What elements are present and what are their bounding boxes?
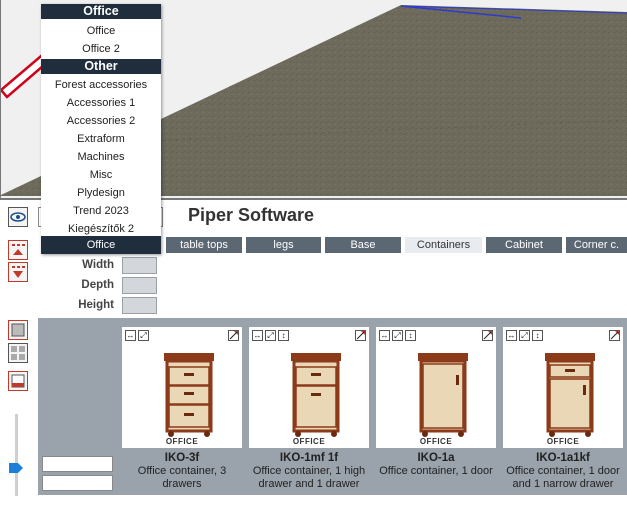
expand-icon[interactable]: ⤢ (519, 330, 530, 341)
menu-selected-value[interactable]: Office (41, 236, 161, 254)
width-arrow-icon[interactable]: ↔ (125, 330, 136, 341)
grid-view-button[interactable] (8, 343, 28, 363)
menu-item-office-2[interactable]: Office 2 (41, 40, 161, 58)
tab-cabinet[interactable]: Cabinet (486, 237, 562, 253)
expand-icon[interactable]: ⤢ (265, 330, 276, 341)
tab-legs[interactable]: legs (246, 237, 321, 253)
expand-icon[interactable]: ⤢ (392, 330, 403, 341)
height-arrow-icon[interactable]: ↕ (532, 330, 543, 341)
menu-section-office: Office (41, 4, 161, 19)
width-arrow-icon[interactable]: ↔ (506, 330, 517, 341)
square-icon (11, 323, 25, 337)
corner-resize-icon[interactable] (228, 330, 239, 341)
tab-containers[interactable]: Containers (405, 237, 482, 253)
eye-icon (10, 212, 26, 222)
menu-item-accessories-2[interactable]: Accessories 2 (41, 112, 161, 130)
container-high-drawer-image (291, 353, 341, 437)
corner-resize-icon[interactable] (482, 330, 493, 341)
height-field[interactable] (122, 297, 157, 314)
product-description: Office container, 3 drawers (137, 465, 227, 490)
product-card[interactable]: ↔ ⤢ ↕ OFFICE (503, 327, 623, 448)
container-door-drawer-image (545, 353, 595, 437)
corner-resize-icon[interactable] (355, 330, 366, 341)
product-card[interactable]: ↔ ⤢ OFFICE (122, 327, 242, 448)
width-field[interactable] (122, 257, 157, 274)
zoom-slider-handle[interactable] (9, 462, 23, 473)
product-name: IKO-1mf 1f (279, 452, 339, 464)
tab-table-tops[interactable]: table tops (166, 237, 242, 253)
filter-field-1[interactable] (42, 456, 113, 472)
product-card[interactable]: ↔ ⤢ ↕ OFFICE (376, 327, 496, 448)
product-card[interactable]: ↔ ⤢ ↕ OFFICE (249, 327, 369, 448)
brand-label: OFFICE (419, 437, 453, 446)
grid-up-button[interactable] (8, 240, 28, 260)
menu-item-extraform[interactable]: Extraform (41, 130, 161, 148)
width-arrow-icon[interactable]: ↔ (252, 330, 263, 341)
height-arrow-icon[interactable]: ↕ (278, 330, 289, 341)
tab-base[interactable]: Base (325, 237, 401, 253)
height-label: Height (78, 299, 114, 311)
menu-item-trend-2023[interactable]: Trend 2023 (41, 202, 161, 220)
width-arrow-icon[interactable]: ↔ (379, 330, 390, 341)
menu-item-accessories-1[interactable]: Accessories 1 (41, 94, 161, 112)
tab-corner[interactable]: Corner c. (566, 237, 627, 253)
product-name: IKO-3f (164, 452, 200, 464)
product-name: IKO-1a1kf (536, 452, 590, 464)
single-view-button[interactable] (8, 320, 28, 340)
grid-down-button[interactable] (8, 262, 28, 282)
grid-arrow-down-icon (12, 266, 25, 278)
corner-resize-icon[interactable] (609, 330, 620, 341)
container-3-drawers-image (164, 353, 214, 437)
grid-arrow-up-icon (12, 244, 25, 255)
product-description: Office container, 1 high drawer and 1 dr… (252, 465, 366, 490)
menu-section-other: Other (41, 59, 161, 74)
menu-item-machines[interactable]: Machines (41, 148, 161, 166)
width-label: Width (82, 259, 114, 271)
depth-field[interactable] (122, 277, 157, 294)
expand-icon[interactable]: ⤢ (138, 330, 149, 341)
menu-item-plydesign[interactable]: Plydesign (41, 184, 161, 202)
view-toggle-button[interactable] (8, 207, 28, 227)
container-1-door-image (418, 353, 468, 437)
brand-label: OFFICE (546, 437, 580, 446)
brand-label: OFFICE (165, 437, 199, 446)
product-name: IKO-1a (417, 452, 455, 464)
page-title: Piper Software (188, 205, 315, 225)
menu-item-office[interactable]: Office (41, 22, 161, 40)
height-arrow-icon[interactable]: ↕ (405, 330, 416, 341)
catalog-dropdown-menu: Office Office Office 2 Other Forest acce… (41, 4, 161, 254)
zoom-slider-track[interactable] (15, 414, 18, 496)
depth-label: Depth (81, 279, 114, 291)
panel-view-button[interactable] (8, 371, 28, 391)
menu-item-misc[interactable]: Misc (41, 166, 161, 184)
menu-item-forest-accessories[interactable]: Forest accessories (41, 76, 161, 94)
brand-label: OFFICE (292, 437, 326, 446)
filter-field-2[interactable] (42, 475, 113, 491)
window-icon (11, 374, 25, 388)
product-description: Office container, 1 door and 1 narrow dr… (506, 465, 620, 490)
grid-icon (11, 346, 25, 360)
product-description: Office container, 1 door (379, 465, 493, 477)
